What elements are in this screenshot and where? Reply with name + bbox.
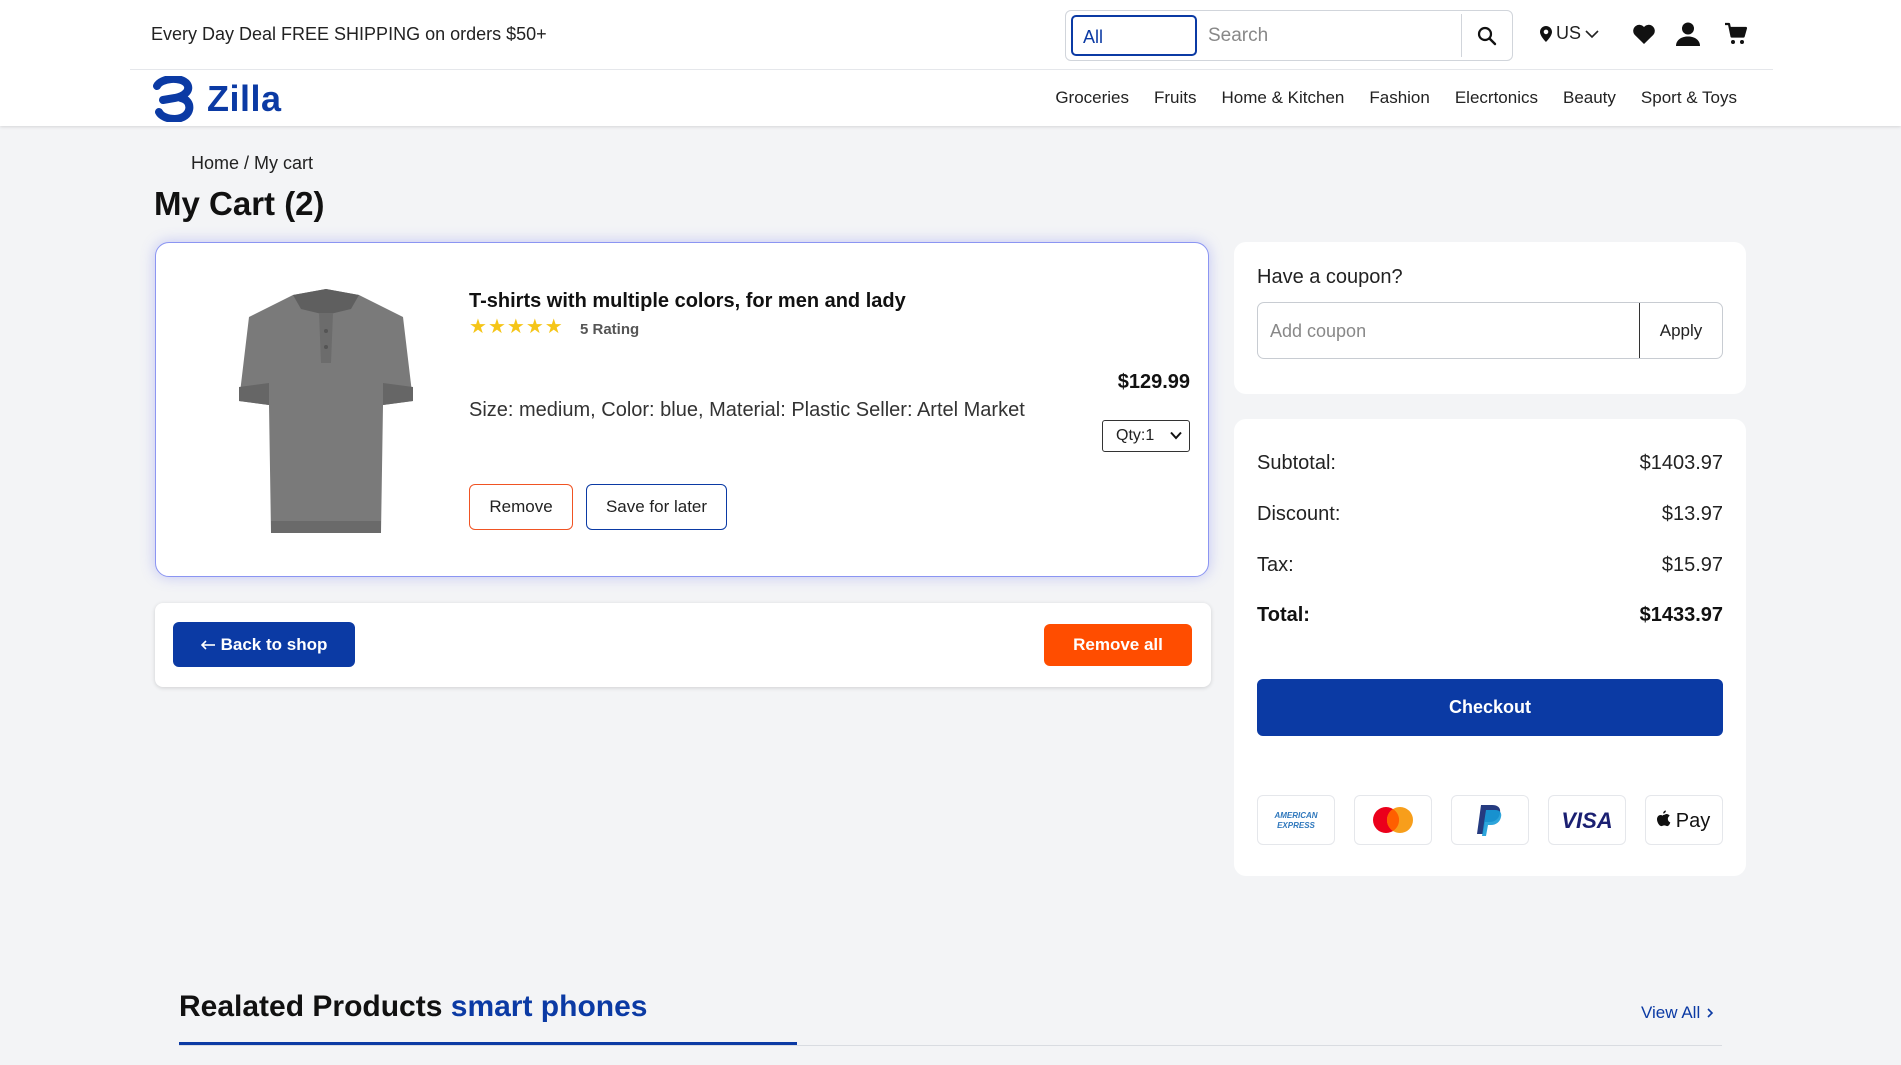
chevron-down-icon bbox=[1585, 29, 1599, 38]
total-row: Total: $1433.97 bbox=[1257, 604, 1723, 627]
product-image bbox=[239, 289, 413, 533]
site-header: Every Day Deal FREE SHIPPING on orders $… bbox=[0, 0, 1901, 126]
total-label: Total: bbox=[1257, 604, 1310, 626]
save-for-later-button[interactable]: Save for later bbox=[586, 484, 727, 530]
view-all-link[interactable]: View All bbox=[1641, 1003, 1714, 1023]
svg-text:AMERICAN: AMERICAN bbox=[1273, 811, 1317, 820]
apple-pay-icon: Pay bbox=[1645, 795, 1723, 845]
apply-coupon-button[interactable]: Apply bbox=[1639, 303, 1722, 358]
svg-text:VISA: VISA bbox=[1561, 808, 1612, 832]
total-value: $1433.97 bbox=[1639, 604, 1723, 626]
cart-button[interactable] bbox=[1722, 20, 1750, 48]
cart-item-card: T-shirts with multiple colors, for men a… bbox=[155, 242, 1209, 577]
heart-icon bbox=[1633, 24, 1655, 44]
region-selector[interactable]: US bbox=[1540, 23, 1599, 44]
remove-all-button[interactable]: Remove all bbox=[1044, 624, 1192, 666]
star-icon: ★ bbox=[469, 316, 487, 338]
discount-label: Discount: bbox=[1257, 503, 1341, 525]
tax-row: Tax: $15.97 bbox=[1257, 554, 1723, 577]
american-express-icon: AMERICAN EXPRESS bbox=[1257, 795, 1335, 845]
related-title-accent: smart phones bbox=[450, 990, 648, 1023]
product-title[interactable]: T-shirts with multiple colors, for men a… bbox=[469, 290, 906, 313]
section-divider bbox=[179, 1045, 1722, 1046]
quantity-select[interactable]: Qty:1 bbox=[1102, 420, 1190, 452]
subtotal-row: Subtotal: $1403.97 bbox=[1257, 452, 1723, 475]
product-price: $129.99 bbox=[1117, 371, 1190, 393]
nav-item-fruits[interactable]: Fruits bbox=[1154, 88, 1197, 108]
search-button[interactable] bbox=[1461, 14, 1511, 57]
nav-item-fashion[interactable]: Fashion bbox=[1369, 88, 1429, 108]
checkout-button[interactable]: Checkout bbox=[1257, 679, 1723, 736]
coupon-label: Have a coupon? bbox=[1257, 266, 1403, 288]
top-bar: Every Day Deal FREE SHIPPING on orders $… bbox=[130, 0, 1773, 70]
main-nav-bar: Zilla Groceries Fruits Home & Kitchen Fa… bbox=[130, 70, 1773, 126]
region-label: US bbox=[1556, 23, 1582, 43]
rating-stars: ★ ★ ★ ★ ★ bbox=[469, 316, 563, 338]
view-all-label: View All bbox=[1641, 1003, 1701, 1022]
arrow-left-icon bbox=[200, 639, 215, 650]
subtotal-value: $1403.97 bbox=[1639, 452, 1723, 474]
visa-icon: VISA bbox=[1548, 795, 1626, 845]
related-products-title: Realated Products smart phones bbox=[179, 990, 647, 1024]
cart-actions-bar: Back to shop Remove all bbox=[155, 603, 1211, 687]
page-title: My Cart (2) bbox=[154, 185, 325, 222]
brand-name: Zilla bbox=[207, 78, 282, 119]
breadcrumb[interactable]: Home / My cart bbox=[191, 153, 313, 174]
search-icon bbox=[1477, 26, 1496, 45]
section-title-underline bbox=[179, 1042, 797, 1045]
account-button[interactable] bbox=[1674, 20, 1702, 48]
search-bar: All bbox=[1065, 10, 1513, 61]
remove-item-button[interactable]: Remove bbox=[469, 484, 573, 530]
nav-item-groceries[interactable]: Groceries bbox=[1055, 88, 1129, 108]
nav-item-beauty[interactable]: Beauty bbox=[1563, 88, 1616, 108]
rating-text: 5 Rating bbox=[580, 321, 640, 338]
star-icon: ★ bbox=[487, 316, 506, 338]
quantity-value: Qty:1 bbox=[1116, 427, 1155, 444]
related-title-text: Realated Products bbox=[179, 990, 443, 1023]
discount-value: $13.97 bbox=[1661, 503, 1723, 525]
star-icon: ★ bbox=[525, 316, 544, 338]
svg-text:EXPRESS: EXPRESS bbox=[1277, 821, 1315, 830]
wishlist-button[interactable] bbox=[1630, 20, 1658, 48]
zilla-logo-icon bbox=[153, 76, 194, 122]
back-to-shop-button[interactable]: Back to shop bbox=[173, 622, 355, 667]
search-input[interactable] bbox=[1208, 15, 1456, 56]
nav-item-home-kitchen[interactable]: Home & Kitchen bbox=[1222, 88, 1345, 108]
svg-text:Pay: Pay bbox=[1676, 810, 1710, 832]
tax-value: $15.97 bbox=[1661, 554, 1723, 576]
nav-item-sport-toys[interactable]: Sport & Toys bbox=[1641, 88, 1737, 108]
location-pin-icon bbox=[1540, 25, 1552, 42]
paypal-icon bbox=[1451, 795, 1529, 845]
product-details: Size: medium, Color: blue, Material: Pla… bbox=[469, 399, 1025, 421]
coupon-input[interactable] bbox=[1270, 317, 1630, 345]
promo-text: Every Day Deal FREE SHIPPING on orders $… bbox=[151, 24, 547, 44]
search-category-select[interactable]: All bbox=[1071, 15, 1197, 56]
category-nav: Groceries Fruits Home & Kitchen Fashion … bbox=[1055, 88, 1737, 108]
coupon-card: Have a coupon? Apply bbox=[1234, 242, 1746, 394]
back-to-shop-label: Back to shop bbox=[220, 634, 328, 654]
brand-logo[interactable]: Zilla bbox=[151, 76, 282, 122]
star-icon: ★ bbox=[544, 316, 563, 338]
tax-label: Tax: bbox=[1257, 554, 1294, 576]
cart-icon bbox=[1725, 22, 1748, 44]
mastercard-icon bbox=[1354, 795, 1432, 845]
discount-row: Discount: $13.97 bbox=[1257, 503, 1723, 526]
subtotal-label: Subtotal: bbox=[1257, 452, 1336, 474]
chevron-down-icon bbox=[1170, 431, 1182, 440]
nav-item-electronics[interactable]: Elecrtonics bbox=[1455, 88, 1538, 108]
coupon-field: Apply bbox=[1257, 302, 1723, 359]
chevron-right-icon bbox=[1707, 1008, 1714, 1018]
user-icon bbox=[1676, 22, 1700, 46]
order-summary-card: Subtotal: $1403.97 Discount: $13.97 Tax:… bbox=[1234, 419, 1746, 876]
star-icon: ★ bbox=[506, 316, 525, 338]
payment-methods: AMERICAN EXPRESS VISA Pay bbox=[1257, 795, 1723, 845]
